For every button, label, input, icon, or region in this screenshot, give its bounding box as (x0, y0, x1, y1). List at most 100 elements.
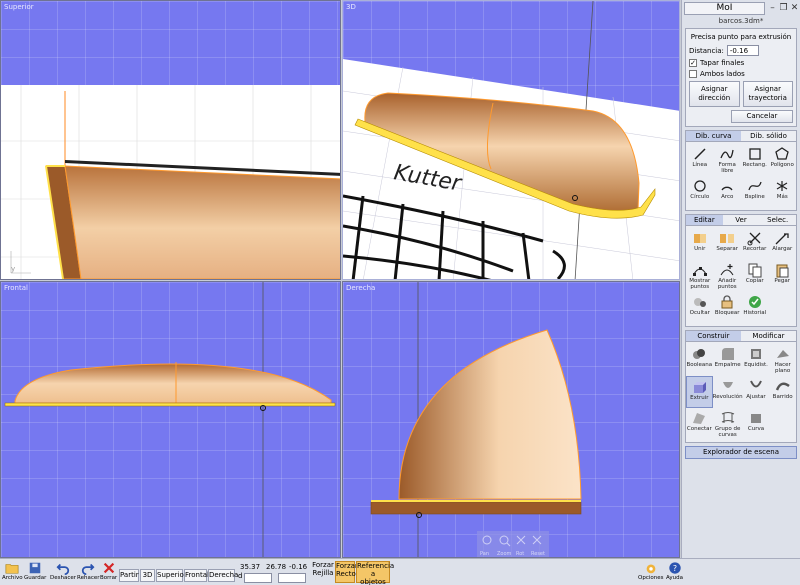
cancel-button[interactable]: Cancelar (731, 110, 793, 123)
distance-input[interactable] (726, 45, 759, 56)
add-points-icon (720, 264, 734, 276)
tool-rectangle[interactable]: Rectang. (741, 144, 769, 176)
tool-paste[interactable]: Pegar (769, 260, 797, 292)
viewport-front[interactable]: Frontal (0, 281, 341, 558)
hull-front-surface[interactable] (14, 363, 332, 404)
view-control-rot[interactable]: Rot (516, 551, 524, 557)
tab-select[interactable]: Selec. (759, 215, 797, 225)
both-sides-label: Ambos lados (700, 70, 745, 78)
tool-freeform[interactable]: Forma libre (714, 144, 742, 176)
view-3d-button[interactable]: 3D (140, 569, 155, 582)
help-icon: ? (668, 562, 681, 574)
cap-ends-checkbox[interactable]: ✓ (689, 59, 697, 67)
set-direction-button[interactable]: Asignar dirección (689, 81, 740, 107)
viewport-3d-title[interactable]: 3D (346, 3, 356, 11)
tool-sweep[interactable]: Barrido (769, 376, 796, 408)
view-front-button[interactable]: Frontal (184, 569, 209, 582)
tool-offset[interactable]: Equidist. (743, 344, 770, 376)
planar-icon (776, 350, 789, 358)
viewport-top[interactable]: Superior y (0, 0, 341, 280)
tool-revolve[interactable]: Revolución (713, 376, 743, 408)
tab-modify[interactable]: Modificar (741, 331, 796, 341)
hide-icon (693, 298, 706, 307)
view-split-button[interactable]: Partir (119, 569, 139, 582)
curve-network-icon (721, 412, 734, 423)
distance-input[interactable] (244, 573, 272, 583)
front-view-canvas (4, 282, 336, 557)
angle-input[interactable] (278, 573, 306, 583)
file-button[interactable]: Archivo (2, 561, 23, 581)
both-sides-checkbox[interactable] (689, 70, 697, 78)
snap-straight-toggle[interactable]: Forzar Recto (335, 561, 358, 583)
tool-join[interactable]: Unir (686, 228, 714, 260)
delete-button[interactable]: Borrar (100, 561, 117, 581)
scene-browser-button[interactable]: Explorador de escena (685, 446, 797, 459)
view-right-button[interactable]: Derecha (208, 569, 238, 582)
tool-polygon[interactable]: Polígono (769, 144, 797, 176)
tab-construct[interactable]: Construir (686, 331, 741, 341)
side-panel: MoI – ❐ ✕ barcos.3dm* Precisa punto para… (681, 0, 800, 558)
snap-grid-toggle[interactable]: Forzar Rejilla (312, 561, 334, 577)
tool-circle[interactable]: Círculo (686, 176, 714, 208)
sweep-icon (775, 382, 790, 391)
tool-bspline[interactable]: Bspline (741, 176, 769, 208)
view-control-zoom[interactable]: Zoom (497, 551, 512, 557)
both-sides-row[interactable]: Ambos lados (689, 70, 793, 78)
offset-icon (750, 349, 761, 359)
save-button[interactable]: Guardar (24, 561, 46, 581)
tool-planar[interactable]: Hacer plano (769, 344, 796, 376)
tool-boolean[interactable]: Booleana (686, 344, 713, 376)
tool-curve[interactable]: Curva (743, 408, 770, 440)
tab-edit[interactable]: Editar (686, 215, 723, 225)
object-snap-toggle[interactable]: Referencia a objetos (356, 561, 394, 585)
tool-trim[interactable]: Recortar (741, 228, 769, 260)
construct-section: Construir Modificar Booleana Empalme Equ… (685, 330, 797, 443)
tab-draw-solid[interactable]: Dib. sólido (741, 131, 796, 141)
arc-icon (721, 186, 733, 191)
tool-separate[interactable]: Separar (714, 228, 742, 260)
undo-button[interactable]: Deshacer (50, 561, 76, 581)
tool-line[interactable]: Línea (686, 144, 714, 176)
tool-adjust[interactable]: Ajustar (743, 376, 770, 408)
view-control-pan[interactable]: Pan (480, 551, 489, 557)
close-icon[interactable]: ✕ (789, 2, 800, 15)
history-icon (748, 296, 761, 308)
tool-extend[interactable]: Alargar (769, 228, 797, 260)
tool-lock[interactable]: Bloquear (714, 292, 742, 324)
viewport-right-title[interactable]: Derecha (346, 284, 375, 292)
minimize-icon[interactable]: – (767, 2, 778, 15)
hull-surface[interactable] (64, 165, 341, 279)
viewport-top-title[interactable]: Superior (4, 3, 34, 11)
tool-curve-network[interactable]: Grupo de curvas (713, 408, 743, 440)
tool-show-points[interactable]: Mostrar puntos (686, 260, 714, 292)
tool-connect[interactable]: Conectar (686, 408, 713, 440)
options-button[interactable]: Opciones (638, 561, 663, 581)
hull-front-selected-edge[interactable] (4, 402, 336, 407)
redo-button[interactable]: Rehacer (77, 561, 99, 581)
hull-right-surface[interactable] (398, 329, 582, 500)
hull-right-base[interactable] (370, 501, 582, 515)
viewport-front-title[interactable]: Frontal (4, 284, 28, 292)
set-path-button[interactable]: Asignar trayectoria (742, 81, 793, 107)
tool-history[interactable]: Historial (741, 292, 769, 324)
tab-view[interactable]: Ver (722, 215, 760, 225)
tool-copy[interactable]: Copiar (741, 260, 769, 292)
tool-more[interactable]: Más (769, 176, 797, 208)
viewport-3d[interactable]: 3D Kutter (342, 0, 680, 280)
join-icon (693, 234, 706, 243)
tool-arc[interactable]: Arco (714, 176, 742, 208)
cap-ends-row[interactable]: ✓ Tapar finales (689, 59, 793, 67)
tool-add-points[interactable]: Añadir puntos (714, 260, 742, 292)
viewport-right[interactable]: Derecha Pan Zoom Rot Reset (342, 281, 680, 558)
view-control-reset[interactable]: Reset (531, 551, 545, 557)
help-button[interactable]: ? Ayuda (666, 561, 683, 581)
title-bar: MoI – ❐ ✕ (682, 0, 800, 16)
view-top-button[interactable]: Superior (156, 569, 187, 582)
separate-icon (720, 234, 735, 243)
tool-fillet[interactable]: Empalme (713, 344, 743, 376)
tool-extrude[interactable]: Extruir (686, 376, 713, 408)
tab-draw-curve[interactable]: Dib. curva (686, 131, 741, 141)
restore-icon[interactable]: ❐ (778, 2, 789, 15)
copy-icon (748, 263, 762, 278)
tool-hide[interactable]: Ocultar (686, 292, 714, 324)
